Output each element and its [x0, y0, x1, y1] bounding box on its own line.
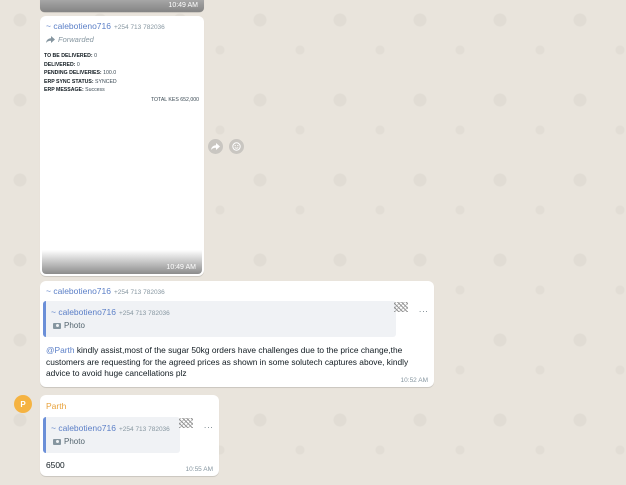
- message-time: 10:55 AM: [185, 466, 213, 473]
- document-lines: TO BE DELIVERED: 0 DELIVERED: 0 PENDING …: [44, 52, 117, 95]
- doc-line: ERP MESSAGE: Success: [44, 87, 105, 93]
- photo-text: Photo: [64, 437, 85, 446]
- quote-phone: +254 713 782036: [119, 426, 170, 433]
- message-text: 6500: [46, 460, 65, 470]
- react-button[interactable]: [229, 139, 244, 154]
- document-image[interactable]: TO BE DELIVERED: 0 DELIVERED: 0 PENDING …: [42, 49, 202, 274]
- photo-text: Photo: [64, 321, 85, 330]
- message-time: 10:52 AM: [400, 377, 428, 384]
- avatar[interactable]: P: [14, 395, 32, 413]
- forwarded-text: Forwarded: [58, 35, 94, 44]
- quote-sender: ~ calebotieno716: [51, 307, 116, 317]
- parth-message[interactable]: Parth ~ calebotieno716 +254 713 782036 P…: [40, 395, 219, 476]
- sender-phone: +254 713 782036: [114, 24, 165, 31]
- quote-photo-label: Photo: [53, 321, 85, 330]
- sender-phone: +254 713 782036: [114, 289, 165, 296]
- message-time: 10:49 AM: [166, 264, 196, 271]
- quote-phone: +254 713 782036: [119, 310, 170, 317]
- doc-line: TO BE DELIVERED: 0: [44, 53, 97, 59]
- image-message-top[interactable]: 10:49 AM: [40, 0, 204, 12]
- doc-line: DELIVERED: 0: [44, 61, 80, 68]
- sender-name[interactable]: ~ calebotieno716: [46, 286, 111, 296]
- share-button[interactable]: [208, 139, 223, 154]
- forwarded-image-message[interactable]: ~ calebotieno716 +254 713 782036 Forward…: [40, 16, 204, 276]
- share-icon: [211, 143, 220, 150]
- quoted-message[interactable]: ~ calebotieno716 +254 713 782036 Photo: [43, 301, 396, 337]
- camera-icon: [53, 438, 61, 445]
- quote-thumbnail: [394, 302, 408, 312]
- doc-line: ERP SYNC STATUS: SYNCED: [44, 78, 117, 85]
- camera-icon: [53, 322, 61, 329]
- quote-thumbnail: [179, 418, 193, 428]
- mention-link[interactable]: @Parth: [46, 345, 75, 355]
- sender-name[interactable]: ~ calebotieno716: [46, 21, 111, 31]
- doc-line: PENDING DELIVERIES: 100.0: [44, 70, 117, 76]
- doc-total: TOTAL KES 652,000: [150, 97, 199, 103]
- quote-sender: ~ calebotieno716: [51, 423, 116, 433]
- forwarded-label: Forwarded: [46, 35, 94, 44]
- reply-message[interactable]: ~ calebotieno716 +254 713 782036 ~ caleb…: [40, 281, 434, 387]
- thumbnail-dots: ...: [419, 305, 429, 314]
- quoted-message[interactable]: ~ calebotieno716 +254 713 782036 Photo: [43, 417, 180, 453]
- quote-photo-label: Photo: [53, 437, 85, 446]
- react-icon: [232, 142, 241, 151]
- message-text: @Parth kindly assist,most of the sugar 5…: [46, 345, 426, 380]
- message-body: kindly assist,most of the sugar 50kg ord…: [46, 345, 409, 378]
- message-time: 10:49 AM: [168, 2, 198, 9]
- forward-icon: [46, 36, 55, 43]
- sender-name[interactable]: Parth: [46, 401, 66, 411]
- thumbnail-dots: ...: [204, 421, 214, 430]
